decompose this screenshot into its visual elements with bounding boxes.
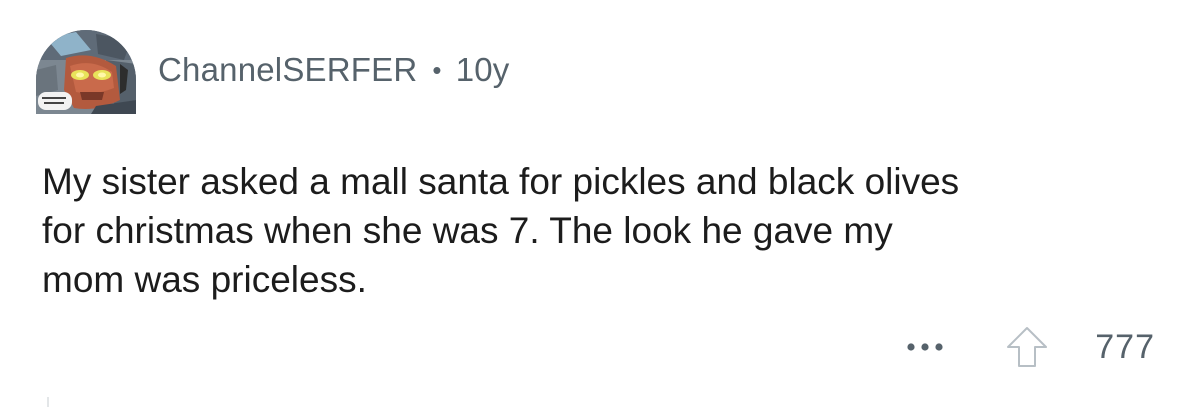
comment-body-line: mom was priceless. <box>42 259 367 300</box>
vote-score: 777 <box>1095 327 1155 366</box>
comment: ChannelSERFER • 10y My sister asked a ma… <box>0 0 1179 407</box>
author-username[interactable]: ChannelSERFER <box>158 51 417 89</box>
comment-body-line: My sister asked a mall santa for pickles… <box>42 161 960 202</box>
meta-separator: • <box>432 54 442 85</box>
thread-line[interactable] <box>47 397 49 407</box>
comment-header: ChannelSERFER • 10y <box>36 30 510 114</box>
more-options-icon <box>907 343 943 351</box>
more-options-button[interactable] <box>905 327 945 367</box>
comment-age: 10y <box>455 51 510 88</box>
comment-body: My sister asked a mall santa for pickles… <box>42 157 1152 304</box>
comment-actions: 777 <box>905 322 1155 372</box>
upvote-arrow-icon <box>1007 327 1048 367</box>
avatar[interactable] <box>36 30 136 114</box>
comment-body-line: for christmas when she was 7. The look h… <box>42 210 893 251</box>
upvote-button[interactable] <box>1003 323 1051 371</box>
comment-meta: ChannelSERFER • 10y <box>158 51 510 89</box>
robot-comic-avatar-icon <box>36 30 136 114</box>
